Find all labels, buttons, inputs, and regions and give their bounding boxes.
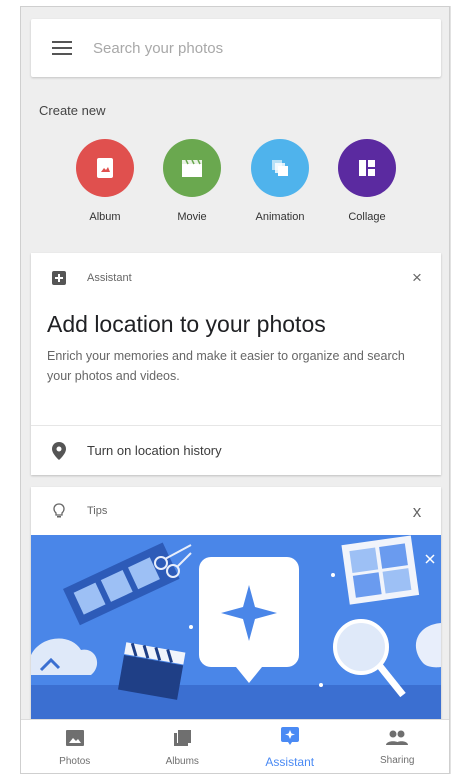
movie-icon: [163, 139, 221, 197]
photo-icon: [65, 729, 85, 752]
search-bar: [31, 19, 441, 77]
phone-edge: [450, 6, 458, 774]
card-body-text: Enrich your memories and make it easier …: [47, 349, 405, 383]
assistant-card-title: Assistant: [87, 272, 132, 284]
nav-albums-label: Albums: [165, 755, 199, 767]
nav-photos[interactable]: Photos: [21, 720, 129, 773]
close-icon[interactable]: x: [405, 500, 429, 524]
nav-sharing[interactable]: Sharing: [344, 720, 450, 773]
create-album-label: Album: [89, 211, 121, 223]
tips-illustration: [31, 535, 441, 737]
animation-icon: [251, 139, 309, 197]
menu-icon[interactable]: [31, 19, 93, 77]
search-input[interactable]: [93, 28, 441, 68]
assistant-card: Assistant × Add location to your photos …: [31, 253, 441, 475]
create-collage-label: Collage: [348, 211, 386, 223]
nav-albums[interactable]: Albums: [129, 720, 237, 773]
nav-assistant[interactable]: Assistant: [236, 720, 344, 773]
nav-sharing-label: Sharing: [380, 754, 415, 766]
lightbulb-icon: [31, 503, 87, 519]
assistant-card-header: Assistant ×: [31, 253, 441, 303]
create-new-row: Album Movie Animation Collage: [76, 139, 406, 239]
nav-assistant-label: Assistant: [265, 755, 315, 769]
close-icon[interactable]: ×: [405, 266, 429, 290]
create-collage-button[interactable]: Collage: [323, 139, 411, 223]
people-icon: [386, 730, 409, 751]
tips-card: Tips x: [31, 487, 441, 737]
turn-on-location-history-button[interactable]: Turn on location history: [31, 425, 441, 475]
create-animation-label: Animation: [255, 211, 305, 223]
nav-photos-label: Photos: [59, 755, 91, 767]
action-label: Turn on location history: [87, 443, 222, 458]
assistant-plus-icon: [31, 271, 87, 285]
card-headline: Add location to your photos: [47, 311, 326, 337]
bottom-navigation: Photos Albums Assistant Sharing: [21, 719, 450, 773]
albums-icon: [172, 729, 192, 752]
tips-card-title: Tips: [87, 505, 108, 517]
assistant-icon: [280, 726, 300, 751]
create-animation-button[interactable]: Animation: [236, 139, 324, 223]
album-icon: [76, 139, 134, 197]
create-movie-label: Movie: [177, 211, 207, 223]
location-pin-icon: [31, 441, 87, 460]
create-new-title: Create new: [39, 103, 106, 118]
phone-screen: Create new Album Movie Animation Collage: [20, 6, 450, 774]
collage-icon: [338, 139, 396, 197]
create-movie-button[interactable]: Movie: [148, 139, 236, 223]
tips-card-header: Tips x: [31, 487, 441, 535]
create-album-button[interactable]: Album: [61, 139, 149, 223]
